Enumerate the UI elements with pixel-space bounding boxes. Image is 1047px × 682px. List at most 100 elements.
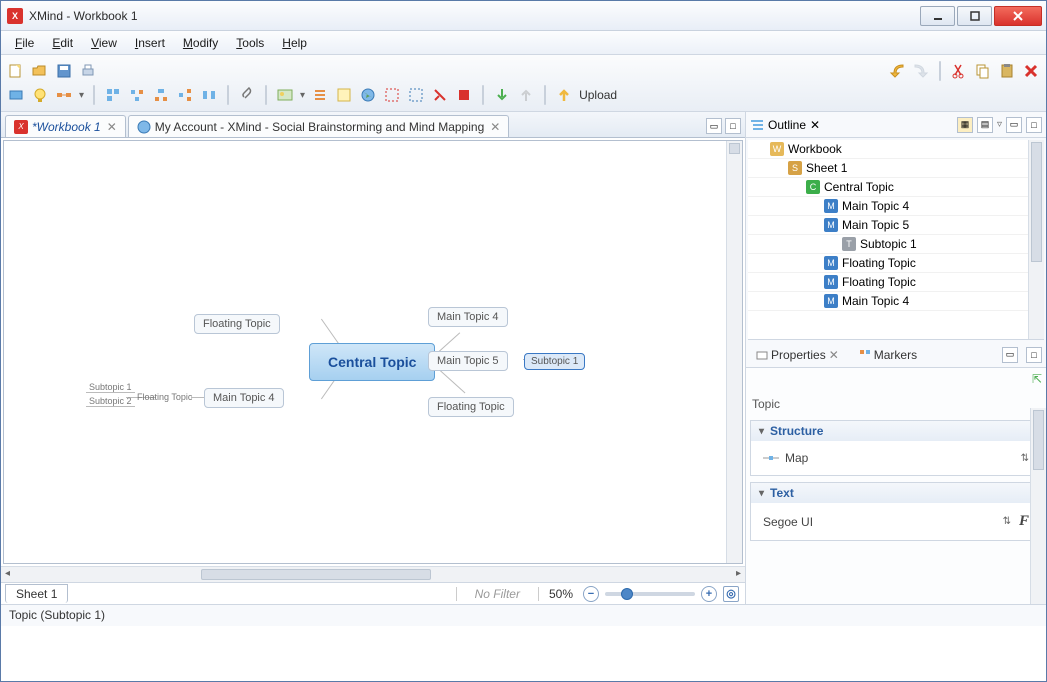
- menu-edit[interactable]: Edit: [44, 34, 81, 52]
- tab-close-icon[interactable]: ✕: [829, 348, 839, 362]
- outline-tree[interactable]: WWorkbookSSheet 1CCentral TopicMMain Top…: [748, 140, 1044, 340]
- cut-icon[interactable]: [950, 62, 968, 80]
- zoom-value: 50%: [545, 587, 577, 601]
- menu-view[interactable]: View: [83, 34, 125, 52]
- marker3-icon[interactable]: [431, 86, 449, 104]
- node-float-mini[interactable]: Floating Topic: [137, 392, 192, 402]
- menu-insert[interactable]: Insert: [127, 34, 173, 52]
- status-text: Topic (Subtopic 1): [9, 608, 105, 622]
- outline-row[interactable]: WWorkbook: [748, 140, 1044, 159]
- pin-icon[interactable]: ⇱: [1032, 372, 1042, 386]
- undo-icon[interactable]: [888, 62, 906, 80]
- up-arrow-icon[interactable]: [517, 86, 535, 104]
- close-button[interactable]: [994, 6, 1042, 26]
- upload-icon[interactable]: [555, 86, 573, 104]
- outline-opt1-icon[interactable]: ▦: [957, 117, 973, 133]
- layout1-icon[interactable]: [104, 86, 122, 104]
- node-floating3[interactable]: Floating Topic: [428, 397, 514, 417]
- node-left-main4[interactable]: Main Topic 4: [204, 388, 284, 408]
- prop-min-icon[interactable]: ▭: [1002, 347, 1018, 363]
- canvas-hscroll[interactable]: ◂▸: [1, 566, 745, 582]
- node-main5[interactable]: Main Topic 5: [428, 351, 508, 371]
- zoom-fit-button[interactable]: ◎: [723, 586, 739, 602]
- outline-row[interactable]: MMain Topic 4: [748, 292, 1044, 311]
- prop-vscroll[interactable]: [1030, 408, 1046, 604]
- maximize-button[interactable]: [957, 6, 992, 26]
- menu-modify[interactable]: Modify: [175, 34, 226, 52]
- copy-icon[interactable]: [974, 62, 992, 80]
- tab-myaccount[interactable]: My Account - XMind - Social Brainstormin…: [128, 115, 510, 137]
- outline-row[interactable]: CCentral Topic: [748, 178, 1044, 197]
- new-icon[interactable]: [7, 62, 25, 80]
- redo-icon[interactable]: [912, 62, 930, 80]
- delete-icon[interactable]: [1022, 62, 1040, 80]
- upload-label[interactable]: Upload: [579, 88, 617, 102]
- tab-close-icon[interactable]: ✕: [490, 120, 500, 134]
- outline-row[interactable]: TSubtopic 1: [748, 235, 1044, 254]
- prop-max-icon[interactable]: □: [1026, 347, 1042, 363]
- maximize-pane-icon[interactable]: □: [725, 118, 741, 134]
- structure-header[interactable]: ▾Structure: [751, 421, 1041, 441]
- outline-row[interactable]: MFloating Topic: [748, 273, 1044, 292]
- image-icon[interactable]: [276, 86, 294, 104]
- font-value[interactable]: Segoe UI: [763, 515, 813, 529]
- minimize-pane-icon[interactable]: ▭: [706, 118, 722, 134]
- down-arrow-icon[interactable]: [493, 86, 511, 104]
- structure-dropdown-icon[interactable]: ⇅: [1021, 453, 1029, 464]
- paste-icon[interactable]: [998, 62, 1016, 80]
- node-left-sub2[interactable]: Subtopic 2: [86, 396, 135, 407]
- print-icon[interactable]: [79, 62, 97, 80]
- menu-file[interactable]: File: [7, 34, 42, 52]
- marker2-icon[interactable]: [407, 86, 425, 104]
- layout3-icon[interactable]: [152, 86, 170, 104]
- mindmap-canvas[interactable]: Central Topic Main Topic 4 Main Topic 5 …: [3, 140, 743, 564]
- outline-max-icon[interactable]: □: [1026, 117, 1042, 133]
- menu-tools[interactable]: Tools: [228, 34, 272, 52]
- zoom-in-button[interactable]: +: [701, 586, 717, 602]
- text-header[interactable]: ▾Text: [751, 483, 1041, 503]
- tool-c-icon[interactable]: [55, 86, 73, 104]
- properties-panel: ⇱ Topic ▾Structure Map ⇅ ▾Text Segoe UI …: [746, 368, 1046, 604]
- node-subtopic1[interactable]: Subtopic 1: [524, 353, 585, 370]
- tool-a-icon[interactable]: [7, 86, 25, 104]
- note-icon[interactable]: [335, 86, 353, 104]
- web-icon[interactable]: [359, 86, 377, 104]
- outline-menu-icon[interactable]: ▿: [997, 119, 1002, 130]
- outline-close-icon[interactable]: ✕: [810, 118, 820, 132]
- outline-row[interactable]: MFloating Topic: [748, 254, 1044, 273]
- outline-row[interactable]: SSheet 1: [748, 159, 1044, 178]
- outline-vscroll[interactable]: [1028, 140, 1044, 339]
- save-icon[interactable]: [55, 62, 73, 80]
- zoom-slider[interactable]: [605, 592, 695, 596]
- tab-markers[interactable]: Markers: [853, 346, 923, 364]
- font-dropdown-icon[interactable]: ⇅: [1003, 516, 1011, 527]
- font-style-icon[interactable]: F: [1019, 513, 1029, 530]
- tab-properties[interactable]: Properties✕: [750, 346, 845, 364]
- menu-help[interactable]: Help: [274, 34, 315, 52]
- marker1-icon[interactable]: [383, 86, 401, 104]
- sheet-tab[interactable]: Sheet 1: [5, 584, 68, 603]
- node-floating1[interactable]: Floating Topic: [194, 314, 280, 334]
- minimize-button[interactable]: [920, 6, 955, 26]
- filter-status[interactable]: No Filter: [456, 587, 539, 601]
- list-icon[interactable]: [311, 86, 329, 104]
- outline-row[interactable]: MMain Topic 5: [748, 216, 1044, 235]
- outline-min-icon[interactable]: ▭: [1006, 117, 1022, 133]
- layout4-icon[interactable]: [176, 86, 194, 104]
- node-left-sub1[interactable]: Subtopic 1: [86, 382, 135, 393]
- outline-row[interactable]: MMain Topic 4: [748, 197, 1044, 216]
- structure-value[interactable]: Map: [785, 451, 808, 465]
- tab-workbook1[interactable]: X *Workbook 1 ✕: [5, 115, 126, 137]
- outline-opt2-icon[interactable]: ▤: [977, 117, 993, 133]
- layout5-icon[interactable]: [200, 86, 218, 104]
- attach-icon[interactable]: [238, 86, 256, 104]
- node-main4[interactable]: Main Topic 4: [428, 307, 508, 327]
- layout2-icon[interactable]: [128, 86, 146, 104]
- tab-close-icon[interactable]: ✕: [107, 120, 117, 134]
- open-icon[interactable]: [31, 62, 49, 80]
- idea-icon[interactable]: [31, 86, 49, 104]
- canvas-vscroll[interactable]: [726, 141, 742, 563]
- stop-icon[interactable]: [455, 86, 473, 104]
- zoom-out-button[interactable]: −: [583, 586, 599, 602]
- node-central[interactable]: Central Topic: [309, 343, 435, 381]
